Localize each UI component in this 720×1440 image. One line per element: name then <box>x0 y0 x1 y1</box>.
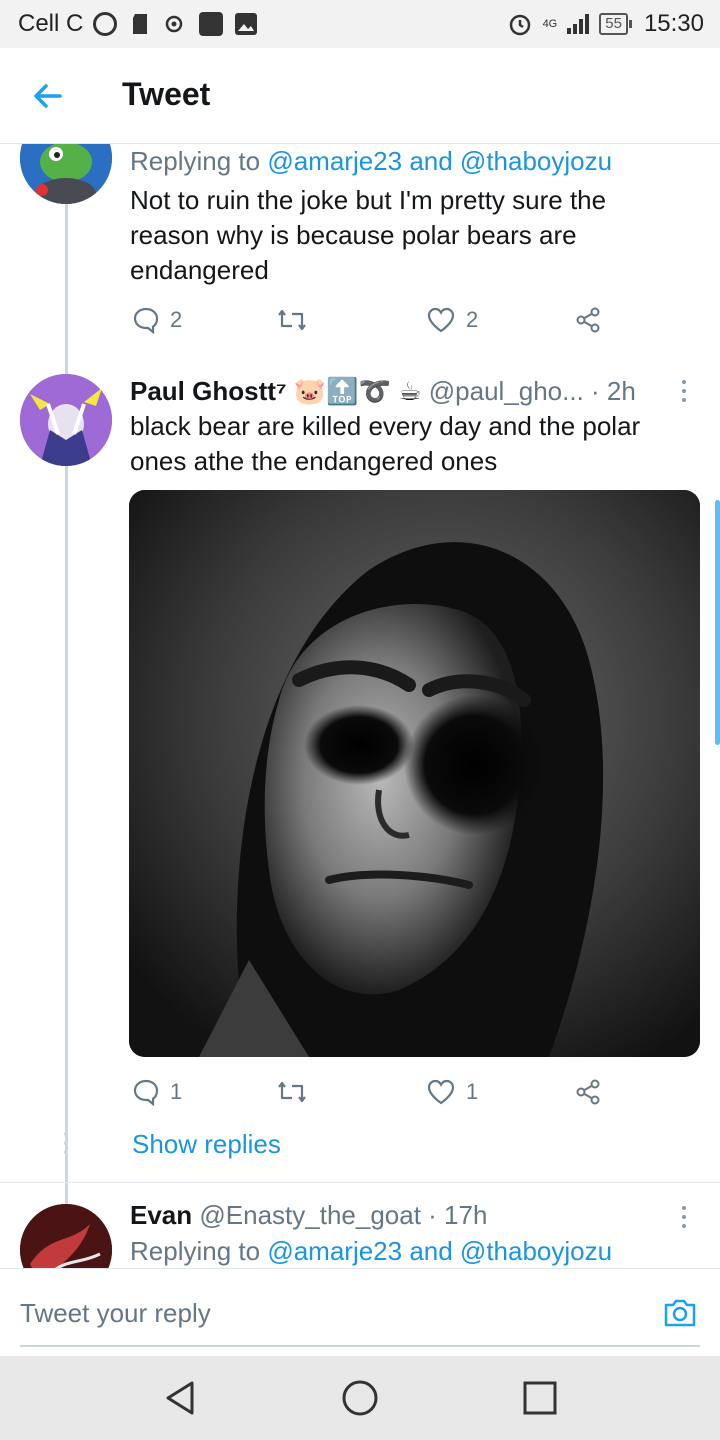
tweet-actions: 1 1 <box>130 1078 610 1112</box>
tweet-image[interactable] <box>129 490 700 1057</box>
system-nav-bar <box>0 1356 720 1440</box>
nav-recents-icon[interactable] <box>520 1378 560 1418</box>
more-options-icon[interactable] <box>674 1206 694 1230</box>
handle[interactable]: @paul_gho... <box>429 376 584 406</box>
replying-to: Replying to @amarje23 and @thaboyjozu <box>130 1236 613 1266</box>
tweet-time: · 17h <box>428 1200 488 1230</box>
name-emojis: 🐷🔝➰ ☕ <box>293 376 422 406</box>
like-button[interactable]: 1 <box>426 1078 478 1106</box>
app-notification-icon <box>199 12 224 36</box>
more-options-icon[interactable] <box>674 380 694 404</box>
reply-button[interactable]: 2 <box>132 306 182 334</box>
reply-count: 1 <box>170 1079 183 1104</box>
like-count: 1 <box>466 1079 479 1104</box>
retweet-button[interactable] <box>276 306 308 334</box>
reply-input-underline <box>20 1345 700 1347</box>
tweet-actions: 2 2 <box>130 306 610 340</box>
tweet-time: · 2h <box>591 376 636 406</box>
reply-input[interactable] <box>20 1295 620 1331</box>
top-app-bar: Tweet <box>0 48 720 144</box>
reply-bar <box>0 1268 720 1356</box>
network-type: 4G <box>542 17 558 30</box>
display-name[interactable]: Evan <box>130 1200 192 1230</box>
carrier-name: Cell C <box>18 10 84 37</box>
nav-back-icon[interactable] <box>160 1378 200 1418</box>
reply-count: 2 <box>170 307 183 332</box>
clock: 15:30 <box>643 10 704 37</box>
status-bar: Cell C 4G 55 15:30 <box>0 0 720 48</box>
status-bar-left: Cell C <box>18 10 259 38</box>
tweet-text: Not to ruin the joke but I'm pretty sure… <box>130 185 607 285</box>
like-count: 2 <box>466 307 479 332</box>
share-button[interactable] <box>574 306 602 334</box>
replying-to: Replying to @amarje23 and @thaboyjozu <box>130 146 613 176</box>
battery-icon: 55 <box>599 13 632 35</box>
chrome-icon <box>93 12 118 36</box>
thread-dots <box>64 1132 69 1154</box>
like-button[interactable]: 2 <box>426 306 478 334</box>
alarm-icon <box>507 11 533 37</box>
tweet-header: Evan @Enasty_the_goat · 17h <box>130 1198 487 1233</box>
avatar[interactable] <box>20 374 112 466</box>
thread-line <box>65 204 68 1268</box>
tweet-header: Paul Ghostt⁷ 🐷🔝➰ ☕ @paul_gho... · 2h <box>130 374 690 409</box>
tweet-text: black bear are killed every day and the … <box>130 411 641 476</box>
share-button[interactable] <box>574 1078 602 1106</box>
status-bar-right: 4G 55 15:30 <box>507 10 704 38</box>
page-title: Tweet <box>122 76 211 112</box>
retweet-button[interactable] <box>276 1078 308 1106</box>
gallery-icon <box>233 11 259 37</box>
show-replies-link[interactable]: Show replies <box>132 1129 281 1160</box>
sd-card-icon <box>127 11 153 37</box>
tweet-divider <box>0 1182 720 1183</box>
replying-to-users[interactable]: @amarje23 and @thaboyjozu <box>267 1236 612 1266</box>
signal-icon <box>567 14 590 34</box>
avatar[interactable] <box>20 1204 112 1268</box>
reply-button[interactable]: 1 <box>132 1078 182 1106</box>
display-name[interactable]: Paul Ghostt⁷ <box>130 376 287 406</box>
camera-icon[interactable] <box>662 1295 698 1331</box>
replying-to-users[interactable]: @amarje23 and @thaboyjozu <box>267 146 612 176</box>
nav-home-icon[interactable] <box>340 1378 380 1418</box>
camera-notification-icon <box>163 11 189 37</box>
handle[interactable]: @Enasty_the_goat <box>199 1200 421 1230</box>
tweet-thread[interactable]: Replying to @amarje23 and @thaboyjozu No… <box>0 144 720 1268</box>
avatar[interactable] <box>20 144 112 204</box>
scrollbar[interactable] <box>715 500 720 745</box>
back-arrow-icon[interactable] <box>28 76 68 116</box>
